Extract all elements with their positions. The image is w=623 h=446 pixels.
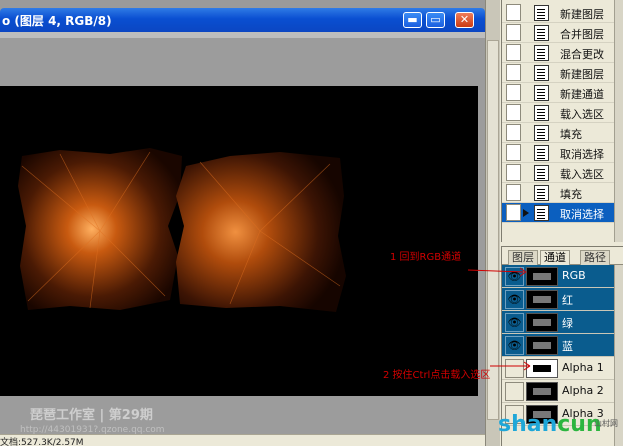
site-logo-caption: 山村网 xyxy=(594,419,618,428)
history-step-icon xyxy=(534,165,549,181)
channel-label: Alpha 1 xyxy=(562,361,604,374)
history-step-icon xyxy=(534,25,549,41)
history-step-icon xyxy=(534,145,549,161)
maximize-button[interactable]: ▭ xyxy=(426,12,445,28)
channel-label: Alpha 2 xyxy=(562,384,604,397)
history-brush-source-box[interactable] xyxy=(506,124,521,141)
visibility-eye-icon[interactable]: 👁 xyxy=(505,336,524,355)
channel-label: 蓝 xyxy=(562,340,573,353)
history-step-icon xyxy=(534,65,549,81)
tab-channels[interactable]: 通道 xyxy=(540,250,570,265)
history-brush-source-box[interactable] xyxy=(506,164,521,181)
channel-thumbnail xyxy=(526,313,558,332)
history-step[interactable]: 填充 xyxy=(502,123,614,143)
left-tile xyxy=(18,148,182,310)
history-step-label: 新建通道 xyxy=(560,88,604,101)
history-brush-source-box[interactable] xyxy=(506,204,521,221)
minimize-icon: ▬ xyxy=(407,13,418,26)
annotation-step-1: 1 回到RGB通道 xyxy=(390,252,462,263)
history-step[interactable]: 混合更改 xyxy=(502,43,614,63)
channel-row[interactable]: 👁 红 xyxy=(502,288,623,311)
history-step-label: 合并图层 xyxy=(560,28,604,41)
scrollbar-thumb[interactable] xyxy=(487,40,499,420)
history-step[interactable]: 新建通道 xyxy=(502,83,614,103)
watermark-text: 琵琶工作室 | 第29期 xyxy=(30,408,153,423)
history-brush-source-box[interactable] xyxy=(506,64,521,81)
history-step-icon xyxy=(534,105,549,121)
history-step-label: 填充 xyxy=(560,128,582,141)
channel-row[interactable]: 👁 蓝 xyxy=(502,334,623,357)
history-step-label: 取消选择 xyxy=(560,208,604,221)
visibility-eye-icon[interactable] xyxy=(505,382,524,401)
history-panel: 新建图层 合并图层 混合更改 新建图层 新建通道 载入选区 填充 取消选择 载入选区 填充 取消选择 xyxy=(501,0,623,242)
history-brush-source-box[interactable] xyxy=(506,84,521,101)
history-step-label: 新建图层 xyxy=(560,68,604,81)
title-bar[interactable]: o (图层 4, RGB/8) ▬ ▭ ✕ xyxy=(0,8,485,32)
visibility-eye-icon[interactable]: 👁 xyxy=(505,313,524,332)
channel-row[interactable]: Alpha 1 xyxy=(502,357,623,380)
history-step-icon xyxy=(534,85,549,101)
history-step-icon xyxy=(534,45,549,61)
visibility-eye-icon[interactable] xyxy=(505,359,524,378)
history-step[interactable]: 载入选区 xyxy=(502,103,614,123)
history-brush-source-box[interactable] xyxy=(506,144,521,161)
channel-row[interactable]: 👁 绿 xyxy=(502,311,623,334)
channel-thumbnail xyxy=(526,267,558,286)
history-scrollbar[interactable] xyxy=(614,0,623,242)
history-step[interactable]: 新建图层 xyxy=(502,3,614,23)
history-step-label: 新建图层 xyxy=(560,8,604,21)
channel-row[interactable]: Alpha 2 xyxy=(502,380,623,403)
history-step-label: 载入选区 xyxy=(560,108,604,121)
history-step[interactable]: 填充 xyxy=(502,183,614,203)
close-icon: ✕ xyxy=(459,13,470,26)
history-step[interactable]: 新建图层 xyxy=(502,63,614,83)
minimize-button[interactable]: ▬ xyxy=(403,12,422,28)
history-brush-source-box[interactable] xyxy=(506,44,521,61)
close-button[interactable]: ✕ xyxy=(455,12,474,28)
tab-paths[interactable]: 路径 xyxy=(580,250,610,265)
site-logo: shancun xyxy=(498,412,602,437)
maximize-icon: ▭ xyxy=(430,13,441,26)
history-step-label: 载入选区 xyxy=(560,168,604,181)
history-step[interactable]: 取消选择 xyxy=(502,143,614,163)
history-step[interactable]: 载入选区 xyxy=(502,163,614,183)
canvas-area[interactable] xyxy=(0,32,485,446)
channel-label: 红 xyxy=(562,294,573,307)
history-state-marker-icon xyxy=(523,209,529,217)
visibility-eye-icon[interactable]: 👁 xyxy=(505,290,524,309)
channel-thumbnail xyxy=(526,290,558,309)
history-step-icon xyxy=(534,125,549,141)
channel-label: 绿 xyxy=(562,317,573,330)
visibility-eye-icon[interactable]: 👁 xyxy=(505,267,524,286)
history-step-label: 混合更改 xyxy=(560,48,604,61)
history-step[interactable]: 合并图层 xyxy=(502,23,614,43)
history-step-label: 填充 xyxy=(560,188,582,201)
status-bar: 文档:527.3K/2.57M xyxy=(0,434,485,446)
image-canvas[interactable] xyxy=(0,86,478,396)
history-brush-source-box[interactable] xyxy=(506,4,521,21)
channel-thumbnail xyxy=(526,359,558,378)
channel-thumbnail xyxy=(526,382,558,401)
history-step-icon xyxy=(534,185,549,201)
channel-row[interactable]: 👁 RGB xyxy=(502,265,623,288)
history-step-label: 取消选择 xyxy=(560,148,604,161)
document-size-status: 文档:527.3K/2.57M xyxy=(0,438,84,446)
tab-layers[interactable]: 图层 xyxy=(508,250,538,265)
history-step-icon xyxy=(534,205,549,221)
channel-thumbnail xyxy=(526,336,558,355)
history-brush-source-box[interactable] xyxy=(506,184,521,201)
history-brush-source-box[interactable] xyxy=(506,104,521,121)
glow-artwork xyxy=(18,148,346,312)
history-brush-source-box[interactable] xyxy=(506,24,521,41)
panel-tabs: 图层 通道 路径 xyxy=(502,249,623,265)
history-step[interactable]: 取消选择 xyxy=(502,203,614,223)
channel-label: RGB xyxy=(562,269,586,282)
history-step-icon xyxy=(534,5,549,21)
window-title: o (图层 4, RGB/8) xyxy=(2,14,112,28)
annotation-step-2: 2 按住Ctrl点击载入选区 xyxy=(383,370,491,381)
